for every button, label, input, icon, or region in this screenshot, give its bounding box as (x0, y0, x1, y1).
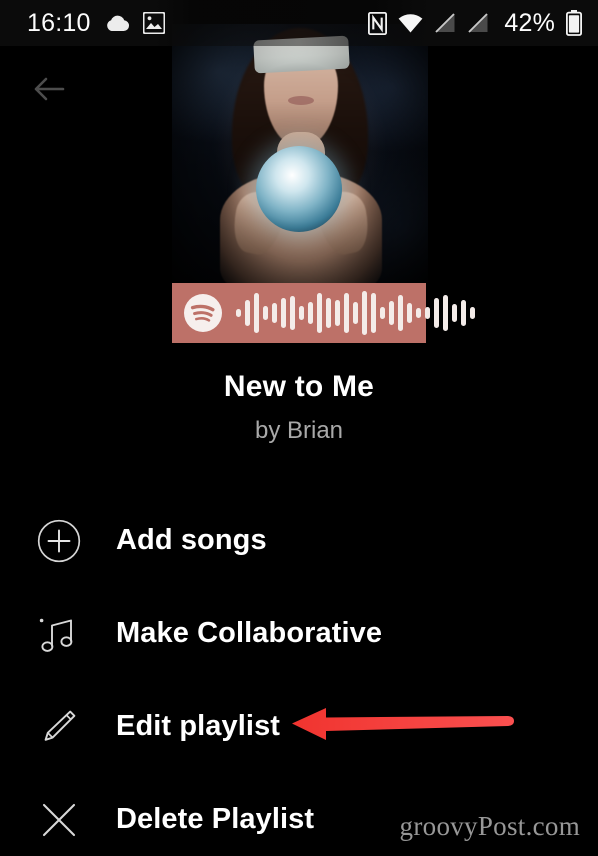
spotify-code-bar (263, 306, 268, 320)
spotify-code-bar (281, 298, 286, 328)
menu-item-add-songs[interactable]: Add songs (0, 494, 598, 587)
menu-item-label: Edit playlist (116, 710, 281, 742)
spotify-code-bar (470, 307, 475, 319)
spotify-code-bar (317, 293, 322, 333)
photo-icon (142, 12, 165, 34)
cloud-icon (105, 14, 130, 32)
spotify-logo-icon (184, 294, 222, 332)
spotify-code-bar (290, 296, 295, 330)
spotify-code-bar (389, 301, 394, 325)
spotify-code-bar (380, 307, 385, 319)
spotify-code-bar (398, 295, 403, 331)
cover-art-background (172, 24, 428, 286)
plus-circle-icon (32, 519, 86, 563)
spotify-code-bar (245, 300, 250, 326)
cover-art-vignette (172, 24, 428, 286)
spotify-code-bar (335, 300, 340, 326)
signal-no-sim-2-icon (467, 13, 489, 33)
music-note-icon (32, 612, 86, 656)
watermark: groovyPost.com (399, 811, 580, 841)
spotify-code-bar (272, 303, 277, 323)
spotify-code-bar (452, 304, 457, 322)
spotify-code-bar (434, 298, 439, 328)
spotify-code-bar (416, 308, 421, 318)
playlist-options-menu: Add songs Make Collaborative Edit playli… (0, 494, 598, 856)
spotify-code-bar (371, 293, 376, 333)
annotation-arrow (292, 702, 514, 746)
spotify-code-bar (362, 291, 367, 335)
back-arrow-icon (34, 77, 65, 101)
playlist-owner: by Brian (254, 417, 344, 444)
battery-percent-label: 42% (504, 8, 555, 37)
spotify-code-bar (326, 298, 331, 328)
playlist-title: New to Me (223, 370, 375, 403)
close-x-icon (32, 798, 86, 842)
status-bar-clock: 16:10 (27, 8, 91, 37)
menu-item-label: Add songs (116, 524, 267, 556)
spotify-code-banner[interactable] (172, 283, 475, 343)
spotify-code-bars (236, 291, 475, 335)
back-button[interactable] (30, 70, 68, 108)
spotify-code-bar (461, 300, 466, 326)
pencil-icon (32, 705, 86, 749)
spotify-code-bar (344, 293, 349, 333)
spotify-code-bar (299, 306, 304, 320)
battery-icon (566, 10, 582, 36)
phone-screen: 16:10 42% New to Me by Brian Add songs M… (0, 0, 598, 856)
status-bar-notification-icons (105, 12, 165, 34)
menu-item-label: Make Collaborative (116, 617, 383, 649)
spotify-code-bar (353, 302, 358, 324)
signal-no-sim-1-icon (434, 13, 456, 33)
spotify-code-bar (236, 309, 241, 317)
menu-item-label: Delete Playlist (116, 803, 315, 835)
menu-item-make-collaborative[interactable]: Make Collaborative (0, 587, 598, 680)
playlist-cover-art (172, 24, 428, 286)
spotify-code-bar (254, 293, 259, 333)
spotify-code-bar (407, 303, 412, 323)
spotify-code-bar (443, 295, 448, 331)
spotify-code-bar (308, 302, 313, 324)
spotify-code-bar (425, 307, 430, 319)
